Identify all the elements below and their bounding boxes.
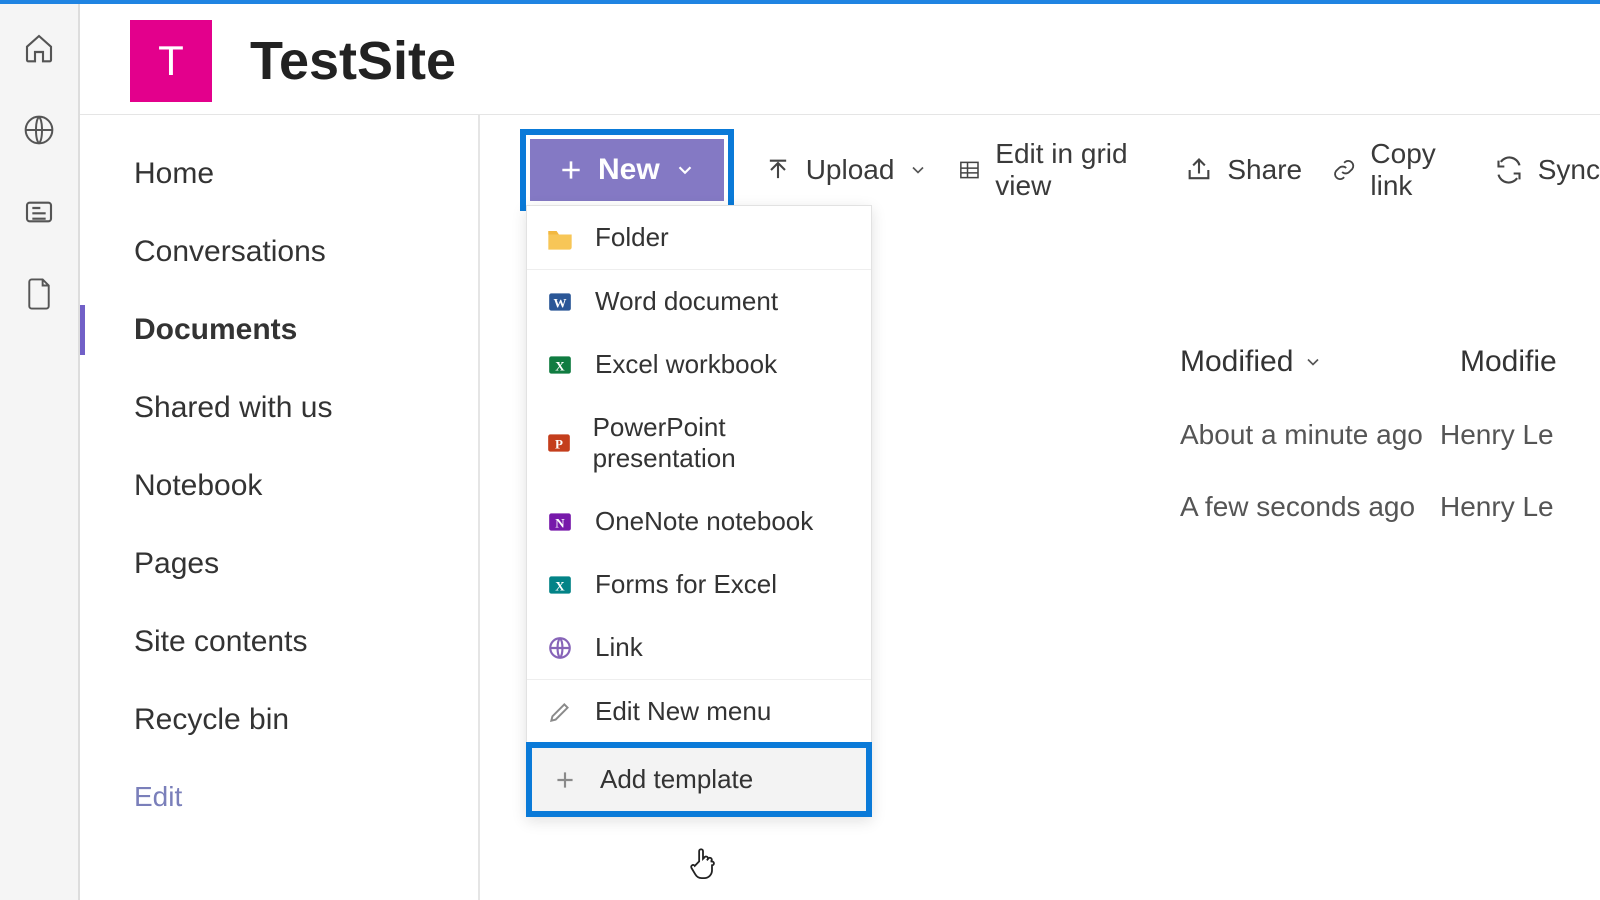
- nav-item-pages[interactable]: Pages: [80, 525, 478, 603]
- folder-icon: [545, 223, 575, 253]
- new-button-label: New: [598, 153, 660, 187]
- site-title[interactable]: TestSite: [250, 30, 456, 92]
- app-shell: T TestSite Home Conversations Documents …: [0, 4, 1600, 900]
- menu-item-label: Add template: [600, 764, 753, 795]
- svg-text:N: N: [555, 515, 565, 530]
- chevron-down-icon: [1303, 352, 1323, 372]
- file-row[interactable]: About a minute ago Henry Le: [1180, 419, 1600, 451]
- svg-text:X: X: [555, 578, 565, 593]
- menu-item-word[interactable]: W Word document: [527, 269, 871, 333]
- document-icon[interactable]: [23, 278, 55, 310]
- copy-link-label: Copy link: [1370, 138, 1463, 202]
- body-row: Home Conversations Documents Shared with…: [80, 114, 1600, 900]
- menu-item-add-template[interactable]: Add template: [526, 742, 872, 817]
- powerpoint-icon: P: [545, 428, 573, 458]
- column-modified-by-label: Modifie: [1460, 345, 1557, 378]
- excel-icon: X: [545, 350, 575, 380]
- edit-grid-button[interactable]: Edit in grid view: [958, 138, 1155, 202]
- chevron-down-icon: [674, 159, 696, 181]
- cell-modified-by: Henry Le: [1440, 419, 1554, 451]
- sync-icon: [1494, 156, 1524, 184]
- menu-item-label: Excel workbook: [595, 349, 777, 380]
- menu-item-powerpoint[interactable]: P PowerPoint presentation: [527, 396, 871, 490]
- plus-icon: [550, 765, 580, 795]
- menu-item-forms[interactable]: X Forms for Excel: [527, 553, 871, 616]
- menu-item-label: Forms for Excel: [595, 569, 777, 600]
- nav-item-shared[interactable]: Shared with us: [80, 369, 478, 447]
- left-rail: [0, 4, 80, 900]
- menu-item-edit-new-menu[interactable]: Edit New menu: [527, 679, 871, 743]
- nav-item-notebook[interactable]: Notebook: [80, 447, 478, 525]
- grid-icon: [958, 156, 981, 184]
- cell-modified: About a minute ago: [1180, 419, 1440, 451]
- chevron-down-icon: [908, 160, 928, 180]
- upload-button[interactable]: Upload: [764, 154, 929, 186]
- forms-icon: X: [545, 570, 575, 600]
- menu-item-label: PowerPoint presentation: [593, 412, 853, 474]
- upload-icon: [764, 156, 792, 184]
- column-modified-label: Modified: [1180, 345, 1293, 379]
- share-icon: [1185, 156, 1213, 184]
- nav-item-conversations[interactable]: Conversations: [80, 213, 478, 291]
- pencil-icon: [545, 697, 575, 727]
- column-modified[interactable]: Modified: [1180, 345, 1440, 379]
- svg-text:W: W: [554, 295, 567, 310]
- nav-item-documents[interactable]: Documents: [80, 291, 478, 369]
- edit-grid-label: Edit in grid view: [995, 138, 1155, 202]
- site-header: T TestSite: [80, 4, 1600, 114]
- onenote-icon: N: [545, 507, 575, 537]
- svg-text:P: P: [555, 436, 563, 451]
- sync-button[interactable]: Sync: [1494, 154, 1600, 186]
- share-label: Share: [1227, 154, 1302, 186]
- menu-item-label: OneNote notebook: [595, 506, 813, 537]
- menu-item-onenote[interactable]: N OneNote notebook: [527, 490, 871, 553]
- nav-item-home[interactable]: Home: [80, 135, 478, 213]
- nav-item-recycle-bin[interactable]: Recycle bin: [80, 681, 478, 759]
- menu-item-label: Link: [595, 632, 643, 663]
- column-headers: Modified Modifie: [1180, 345, 1600, 379]
- cursor-hand-icon: [687, 846, 719, 887]
- link-icon: [545, 633, 575, 663]
- main-area: T TestSite Home Conversations Documents …: [80, 4, 1600, 900]
- upload-label: Upload: [806, 154, 895, 186]
- menu-item-label: Word document: [595, 286, 778, 317]
- link-icon: [1332, 156, 1356, 184]
- file-row[interactable]: A few seconds ago Henry Le: [1180, 491, 1600, 523]
- cell-modified-by: Henry Le: [1440, 491, 1554, 523]
- news-icon[interactable]: [23, 196, 55, 228]
- globe-icon[interactable]: [23, 114, 55, 146]
- plus-icon: [558, 157, 584, 183]
- column-modified-by[interactable]: Modifie: [1460, 345, 1557, 379]
- home-icon[interactable]: [23, 32, 55, 64]
- menu-item-excel[interactable]: X Excel workbook: [527, 333, 871, 396]
- nav-edit-link[interactable]: Edit: [80, 759, 478, 835]
- site-logo-letter: T: [158, 37, 184, 85]
- share-button[interactable]: Share: [1185, 154, 1302, 186]
- sync-label: Sync: [1538, 154, 1600, 186]
- left-navigation: Home Conversations Documents Shared with…: [80, 115, 480, 900]
- cell-modified: A few seconds ago: [1180, 491, 1440, 523]
- copy-link-button[interactable]: Copy link: [1332, 138, 1464, 202]
- menu-item-folder[interactable]: Folder: [527, 206, 871, 269]
- new-button-highlight: New: [520, 129, 734, 211]
- file-list: Modified Modifie About a minute ago Henr…: [1180, 345, 1600, 523]
- new-menu: Folder W Word document X Excel workbook: [526, 205, 872, 817]
- menu-item-link[interactable]: Link: [527, 616, 871, 679]
- new-button[interactable]: New: [530, 139, 724, 201]
- command-bar: New Upload Edit in grid view: [520, 129, 1600, 211]
- nav-item-site-contents[interactable]: Site contents: [80, 603, 478, 681]
- site-logo[interactable]: T: [130, 20, 212, 102]
- content-area: New Upload Edit in grid view: [480, 115, 1600, 900]
- menu-item-label: Folder: [595, 222, 669, 253]
- svg-text:X: X: [555, 358, 565, 373]
- word-icon: W: [545, 287, 575, 317]
- menu-item-label: Edit New menu: [595, 696, 771, 727]
